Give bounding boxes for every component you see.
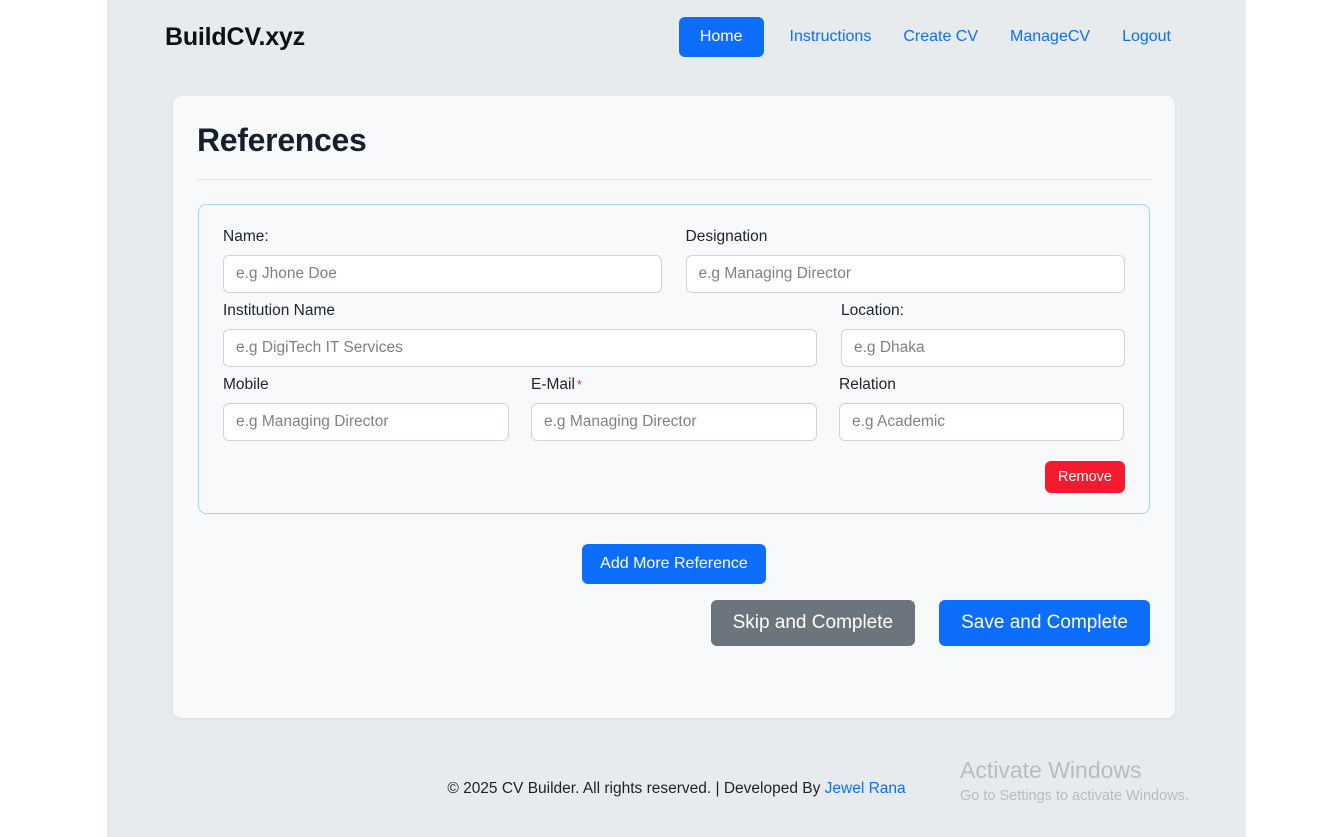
input-email[interactable] (531, 403, 817, 441)
page-title: References (197, 122, 1151, 159)
field-mobile: Mobile (223, 375, 509, 441)
card-body: References Name: Designation (173, 96, 1175, 646)
add-more-reference-button[interactable]: Add More Reference (582, 544, 766, 584)
remove-button-row: Remove (223, 461, 1125, 493)
footer: © 2025 CV Builder. All rights reserved. … (107, 780, 1246, 798)
label-institution-name: Institution Name (223, 301, 817, 321)
nav-links: Home Instructions Create CV ManageCV Log… (679, 17, 1187, 57)
input-location[interactable] (841, 329, 1125, 367)
footer-copyright-text: © 2025 CV Builder. All rights reserved. … (447, 780, 824, 797)
required-asterisk: * (577, 377, 582, 392)
label-location: Location: (841, 301, 1125, 321)
input-mobile[interactable] (223, 403, 509, 441)
input-relation[interactable] (839, 403, 1124, 441)
input-institution-name[interactable] (223, 329, 817, 367)
field-designation: Designation (686, 227, 1126, 293)
field-email: E-Mail* (531, 375, 817, 441)
label-name: Name: (223, 227, 662, 247)
field-institution-name: Institution Name (223, 301, 817, 367)
nav-link-create-cv[interactable]: Create CV (887, 20, 994, 54)
field-location: Location: (841, 301, 1125, 367)
input-name[interactable] (223, 255, 662, 293)
label-mobile: Mobile (223, 375, 509, 395)
form-row-1: Name: Designation (223, 227, 1125, 293)
field-name: Name: (223, 227, 662, 293)
title-divider (197, 179, 1151, 180)
label-email: E-Mail* (531, 375, 817, 395)
screenshot-viewport: BuildCV.xyz Home Instructions Create CV … (0, 0, 1330, 837)
browser-page: BuildCV.xyz Home Instructions Create CV … (107, 0, 1246, 837)
footer-developer-link[interactable]: Jewel Rana (825, 780, 906, 797)
add-reference-row: Add More Reference (197, 544, 1151, 584)
references-card: References Name: Designation (173, 96, 1175, 718)
save-and-complete-button[interactable]: Save and Complete (939, 600, 1150, 646)
field-relation: Relation (839, 375, 1124, 441)
nav-link-logout[interactable]: Logout (1106, 20, 1187, 54)
skip-and-complete-button[interactable]: Skip and Complete (711, 600, 916, 646)
label-email-text: E-Mail (531, 376, 575, 393)
nav-link-instructions[interactable]: Instructions (774, 20, 888, 54)
navbar: BuildCV.xyz Home Instructions Create CV … (107, 0, 1246, 74)
form-row-3: Mobile E-Mail* Relation (223, 375, 1125, 441)
label-designation: Designation (686, 227, 1126, 247)
remove-reference-button[interactable]: Remove (1045, 461, 1125, 493)
brand-logo[interactable]: BuildCV.xyz (165, 23, 305, 52)
nav-link-manage-cv[interactable]: ManageCV (994, 20, 1106, 54)
form-row-2: Institution Name Location: (223, 301, 1125, 367)
reference-entry-block: Name: Designation Institution Name (198, 204, 1150, 514)
nav-link-home[interactable]: Home (679, 17, 764, 57)
label-relation: Relation (839, 375, 1124, 395)
input-designation[interactable] (686, 255, 1126, 293)
final-actions-row: Skip and Complete Save and Complete (197, 600, 1151, 646)
